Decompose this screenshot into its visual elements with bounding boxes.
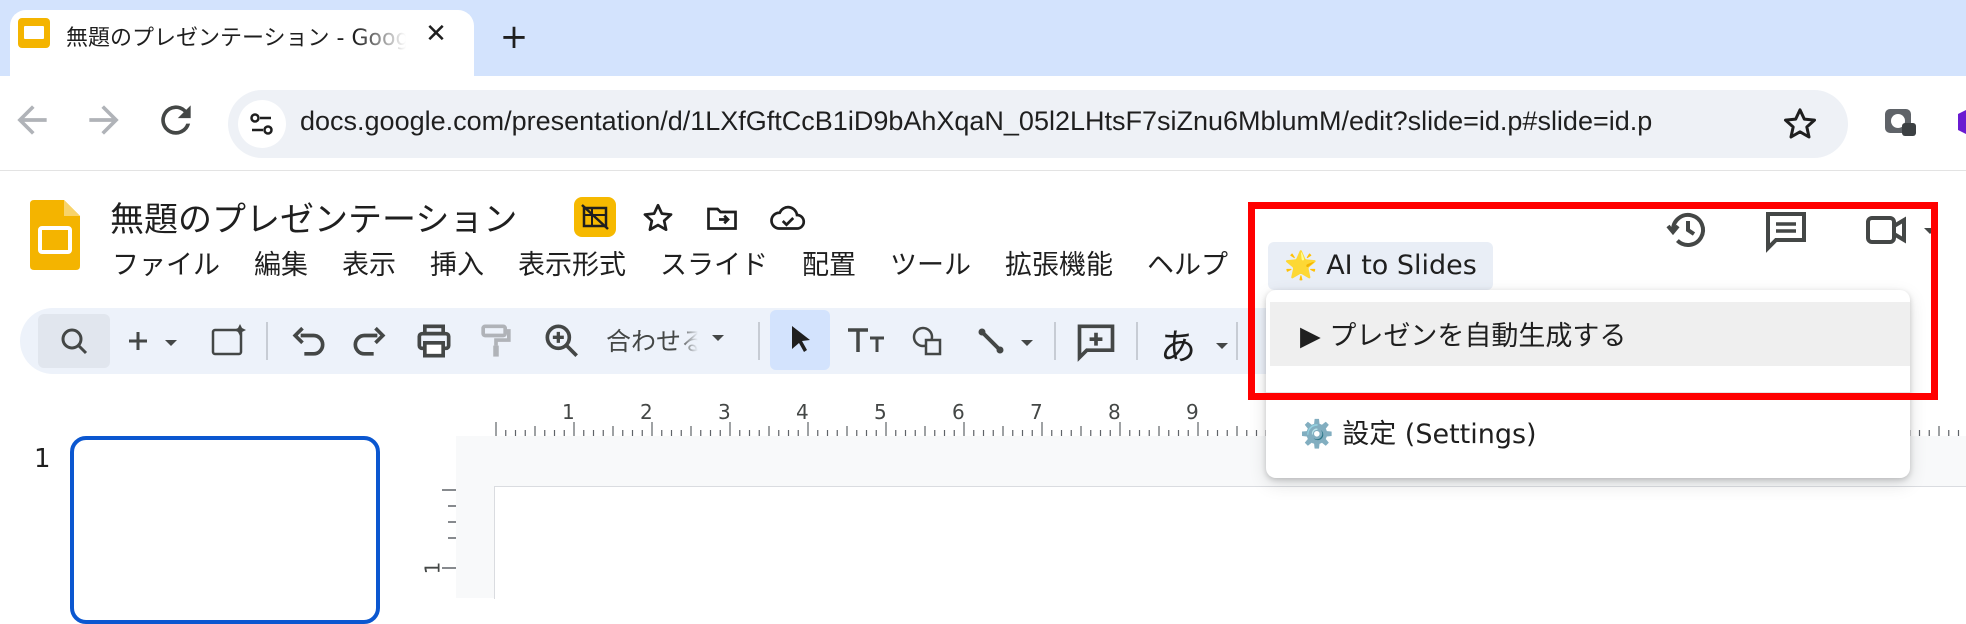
tab-title: 無題のプレゼンテーション - Google スライド	[66, 26, 406, 51]
input-tools-button[interactable]: あ	[1160, 318, 1237, 370]
select-tool-button[interactable]	[770, 310, 830, 370]
ruler-label: 7	[1030, 400, 1043, 424]
line-icon[interactable]	[970, 318, 1040, 364]
reload-icon[interactable]	[154, 98, 198, 142]
chevron-down-icon	[1207, 329, 1237, 370]
ruler-label: 5	[874, 400, 887, 424]
menu-format[interactable]: 表示形式	[501, 246, 643, 286]
menu-view[interactable]: 表示	[325, 246, 413, 286]
vertical-ruler[interactable]: 1	[420, 436, 456, 598]
toolbar-separator	[1136, 322, 1138, 360]
menu-tools[interactable]: ツール	[873, 246, 988, 286]
slide-thumbnail[interactable]	[70, 436, 380, 624]
text-box-icon[interactable]	[842, 318, 892, 364]
url-text[interactable]: docs.google.com/presentation/d/1LXfGftCc…	[300, 106, 1740, 137]
menu-bar: ファイル 編集 表示 挿入 表示形式 スライド 配置 ツール 拡張機能 ヘルプ	[112, 246, 1245, 286]
zoom-value: 合わせる	[606, 327, 698, 356]
bookmark-star-icon[interactable]	[1780, 104, 1820, 144]
menu-slide[interactable]: スライド	[643, 246, 785, 286]
menu-help[interactable]: ヘルプ	[1130, 246, 1245, 286]
new-tab-button[interactable]: +	[494, 18, 534, 58]
menu-arrange[interactable]: 配置	[785, 246, 873, 286]
menu-insert[interactable]: 挿入	[413, 246, 501, 286]
move-folder-icon[interactable]	[704, 200, 740, 236]
input-tools-glyph: あ	[1160, 327, 1197, 368]
extension-icon[interactable]	[1882, 104, 1918, 140]
slide-canvas[interactable]	[494, 486, 1966, 599]
add-comment-icon[interactable]	[1074, 318, 1118, 364]
extension-partial-icon[interactable]	[1948, 104, 1966, 140]
cloud-saved-icon	[768, 200, 806, 236]
chevron-down-icon	[706, 322, 730, 358]
ruler-label: 1	[420, 561, 445, 575]
back-arrow-icon[interactable]	[10, 98, 54, 142]
ruler-label: 6	[952, 400, 965, 424]
ruler-label: 8	[1108, 400, 1121, 424]
ruler-label: 1	[562, 400, 575, 424]
print-icon[interactable]	[412, 318, 456, 364]
zoom-select[interactable]: 合わせる	[606, 322, 730, 358]
menu-file[interactable]: ファイル	[112, 246, 237, 286]
tab-close-icon[interactable]: ✕	[418, 16, 454, 52]
toolbar-separator	[266, 322, 268, 360]
paint-format-icon[interactable]	[474, 318, 518, 364]
new-slide-icon[interactable]	[118, 318, 188, 364]
highlight-annotation	[1248, 202, 1938, 400]
ruler-label: 4	[796, 400, 809, 424]
forward-arrow-icon[interactable]	[82, 98, 126, 142]
toolbar-separator	[1054, 322, 1056, 360]
document-title[interactable]: 無題のプレゼンテーション	[110, 192, 517, 241]
ruler-label: 3	[718, 400, 731, 424]
menu-item-settings[interactable]: ⚙️ 設定 (Settings)	[1300, 412, 1537, 451]
offline-unavailable-icon[interactable]	[574, 197, 616, 237]
slides-favicon-icon	[18, 18, 50, 48]
shape-icon[interactable]	[906, 318, 950, 364]
star-icon[interactable]	[640, 200, 676, 236]
menu-extensions[interactable]: 拡張機能	[988, 246, 1130, 286]
toolbar-separator	[758, 322, 760, 360]
slides-logo-icon[interactable]	[30, 200, 80, 270]
toolbar-separator	[1236, 322, 1238, 360]
zoom-icon[interactable]	[540, 318, 584, 364]
menu-edit[interactable]: 編集	[237, 246, 325, 286]
ruler-label: 9	[1186, 400, 1199, 424]
site-info-tune-icon[interactable]	[238, 100, 286, 148]
slide-magic-icon[interactable]	[206, 318, 250, 364]
ruler-label: 2	[640, 400, 653, 424]
search-menus-button[interactable]	[38, 314, 110, 368]
redo-icon[interactable]	[348, 318, 392, 364]
slide-number: 1	[34, 444, 51, 474]
undo-icon[interactable]	[286, 318, 330, 364]
